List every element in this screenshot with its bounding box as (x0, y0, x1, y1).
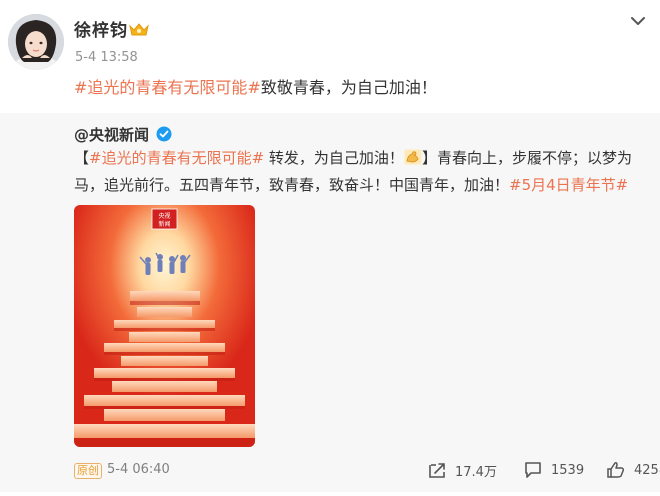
verified-icon (156, 126, 172, 142)
like-count: 4258 (634, 462, 660, 478)
bracket-open: 【 (74, 149, 90, 167)
post-body: 致敬青春，为自己加油！ (260, 78, 437, 97)
avatar[interactable] (8, 14, 64, 70)
repost-text-line2: 马，追光前行。五四青年节，致青春，致奋斗！中国青年，加油！ (74, 176, 510, 194)
original-post-time[interactable]: 5-4 06:40 (107, 462, 170, 477)
share-count: 17.4万 (455, 465, 497, 480)
poster-image[interactable]: 央视 新闻 (74, 205, 255, 447)
original-author-link[interactable]: @央视新闻 (74, 124, 149, 145)
like-button[interactable]: 4258 (606, 461, 660, 479)
hashtag-link[interactable]: #追光的青春有无限可能# (89, 149, 264, 167)
like-icon (607, 462, 625, 478)
strong-arm-emoji (404, 147, 422, 165)
hashtag-link[interactable]: #5月4日青年节# (509, 176, 628, 194)
original-post-text: 【#追光的青春有无限可能# 转发，为自己加油！ 】青春向上，步履不停；以梦为马，追… (74, 145, 659, 199)
share-button[interactable]: 17.4万 (427, 461, 497, 480)
repost-text: 转发，为自己加油！ (264, 149, 404, 167)
original-badge: 原创 (74, 463, 102, 479)
post-time[interactable]: 5-4 13:58 (75, 50, 138, 65)
comment-button[interactable]: 1539 (523, 461, 584, 479)
username[interactable]: 徐梓钧 (74, 16, 128, 41)
poster-logo-text: 央视 (158, 212, 170, 220)
comment-icon (525, 462, 541, 478)
chevron-down-icon[interactable] (630, 12, 646, 25)
repost-text-suffix: 】青春向上，步履不停；以梦为 (421, 149, 632, 167)
vip-crown-icon (128, 21, 150, 37)
poster-logo-text: 新闻 (158, 220, 170, 228)
post-text: #追光的青春有无限可能#致敬青春，为自己加油！ (74, 76, 437, 100)
comment-count: 1539 (551, 462, 585, 478)
share-icon (429, 462, 445, 478)
hashtag-link[interactable]: #追光的青春有无限可能# (74, 78, 261, 97)
